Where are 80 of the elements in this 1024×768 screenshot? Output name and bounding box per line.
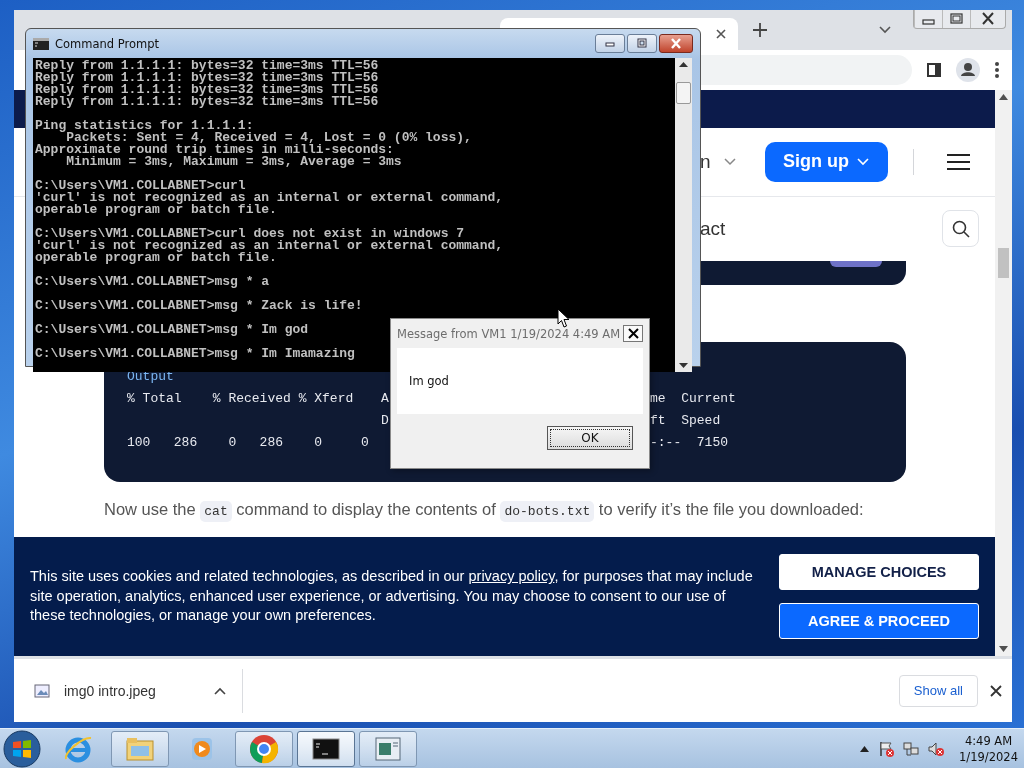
scrollbar-thumb[interactable] xyxy=(998,247,1009,278)
close-button[interactable] xyxy=(623,325,643,342)
dialog-title: Message from VM1 1/19/2024 4:49 AM xyxy=(397,326,621,341)
manage-choices-button[interactable]: MANAGE CHOICES xyxy=(779,554,979,591)
console-app-icon xyxy=(33,37,49,50)
console-line: C:\Users\VM1.COLLABNET>msg * Im god xyxy=(35,324,309,336)
console-line: 'curl' is not recognized as an internal or external command, xyxy=(35,240,504,252)
console-line: Reply from 1.1.1.1: bytes=32 time=3ms TTL=56 xyxy=(35,84,379,96)
output-text: me Current xyxy=(650,390,737,408)
cookie-notice-text: This site uses cookies and related technologies, as described in our privacy policy, for purposes that may include site operation, analytics, enhanced user experience, or advertising. You may choose to consent to our use of these technologies, or manage your own preferences. xyxy=(30,567,754,626)
output-text: A xyxy=(381,390,390,408)
console-line: Reply from 1.1.1.1: bytes=32 time=3ms TTL=56 xyxy=(35,60,379,72)
scroll-down-icon[interactable] xyxy=(999,646,1008,653)
scrollbar-thumb[interactable] xyxy=(676,82,691,104)
close-icon xyxy=(627,328,639,339)
clock-date: 1/19/2024 xyxy=(959,748,1018,765)
show-all-button[interactable]: Show all xyxy=(898,674,978,707)
chevron-up-icon[interactable] xyxy=(213,686,226,695)
output-text: -:-- 7150 xyxy=(650,434,729,452)
scroll-up-icon[interactable] xyxy=(999,93,1008,100)
instruction-text: Now use the cat command to display the contents of do-bots.txt to verify it’s the file you downloaded: xyxy=(104,499,995,519)
console-line: Approximate round trip times in milli-seconds: xyxy=(35,144,394,156)
console-line: operable program or batch file. xyxy=(35,204,277,216)
close-button[interactable] xyxy=(659,34,693,53)
mouse-cursor-icon xyxy=(557,308,570,328)
privacy-policy-link[interactable]: privacy policy xyxy=(468,568,555,585)
console-line: Ping statistics for 1.1.1.1: xyxy=(35,120,254,132)
copy-chip[interactable] xyxy=(830,260,882,267)
flag-icon[interactable] xyxy=(878,740,895,757)
console-line: operable program or batch file. xyxy=(35,252,277,264)
search-icon xyxy=(951,219,970,238)
chrome-icon xyxy=(248,732,280,765)
console-line: C:\Users\VM1.COLLABNET>msg * a xyxy=(35,276,270,288)
console-line: Packets: Sent = 4, Received = 4, Lost = 0 (0% loss), xyxy=(65,132,472,144)
clock[interactable]: 4:49 AM 1/19/2024 xyxy=(959,732,1018,765)
start-button-icon[interactable] xyxy=(3,729,41,768)
close-icon[interactable] xyxy=(990,684,1002,697)
scroll-down-icon[interactable] xyxy=(679,363,688,368)
close-icon xyxy=(669,38,683,49)
taskbar-button[interactable] xyxy=(297,730,355,767)
console-line: Reply from 1.1.1.1: bytes=32 time=3ms TTL=56 xyxy=(35,96,379,108)
show-hidden-icons-icon[interactable] xyxy=(860,745,870,752)
search-button[interactable] xyxy=(942,210,979,248)
close-tab-icon[interactable] xyxy=(714,26,728,41)
clock-time: 4:49 AM xyxy=(964,732,1013,749)
side-panel-icon[interactable] xyxy=(926,61,942,78)
console-line: C:\Users\VM1.COLLABNET>msg * Im Imamazing xyxy=(35,348,355,360)
output-text: D xyxy=(381,412,390,430)
console-line: Minimum = 3ms, Maximum = 3ms, Average = 3ms xyxy=(66,156,402,168)
download-filename[interactable]: img0 intro.jpeg xyxy=(64,682,156,699)
console-line: C:\Users\VM1.COLLABNET>msg * Zack is life! xyxy=(35,300,363,312)
agree-button[interactable]: AGREE & PROCEED xyxy=(779,603,979,640)
volume-muted-icon[interactable] xyxy=(928,740,945,757)
minimize-button[interactable] xyxy=(595,34,625,53)
profile-icon[interactable] xyxy=(956,57,980,82)
output-text: 100 286 0 286 0 0 xyxy=(127,434,370,452)
network-icon[interactable] xyxy=(903,740,920,757)
scroll-up-icon[interactable] xyxy=(679,62,688,67)
console-line: C:\Users\VM1.COLLABNET>curl xyxy=(35,180,246,192)
image-file-icon xyxy=(34,683,50,698)
output-text: % Total % Received % Xferd xyxy=(127,390,355,408)
maximize-icon xyxy=(635,38,649,49)
new-tab-icon[interactable] xyxy=(752,21,768,38)
console-line: 'curl' is not recognized as an internal or external command, xyxy=(35,192,504,204)
ok-button[interactable]: OK xyxy=(547,426,633,450)
menu-link[interactable]: n xyxy=(700,150,711,173)
chevron-down-icon[interactable] xyxy=(878,24,892,35)
menu-icon[interactable] xyxy=(994,60,1000,79)
console-line: Reply from 1.1.1.1: bytes=32 time=3ms TTL=56 xyxy=(35,72,379,84)
output-text: ft Speed xyxy=(650,412,722,430)
signup-button[interactable]: Sign up xyxy=(764,141,888,182)
message-text: Im god xyxy=(409,374,449,388)
window-title: Command Prompt xyxy=(55,36,160,51)
console-line: C:\Users\VM1.COLLABNET>curl does not exist in windows 7 xyxy=(35,228,465,240)
chevron-down-icon xyxy=(857,157,870,166)
nav-link[interactable]: act xyxy=(700,217,726,240)
output-label: Output xyxy=(127,368,174,385)
menu-icon[interactable] xyxy=(946,153,970,170)
maximize-button[interactable] xyxy=(627,34,657,53)
chevron-down-icon xyxy=(722,156,737,167)
